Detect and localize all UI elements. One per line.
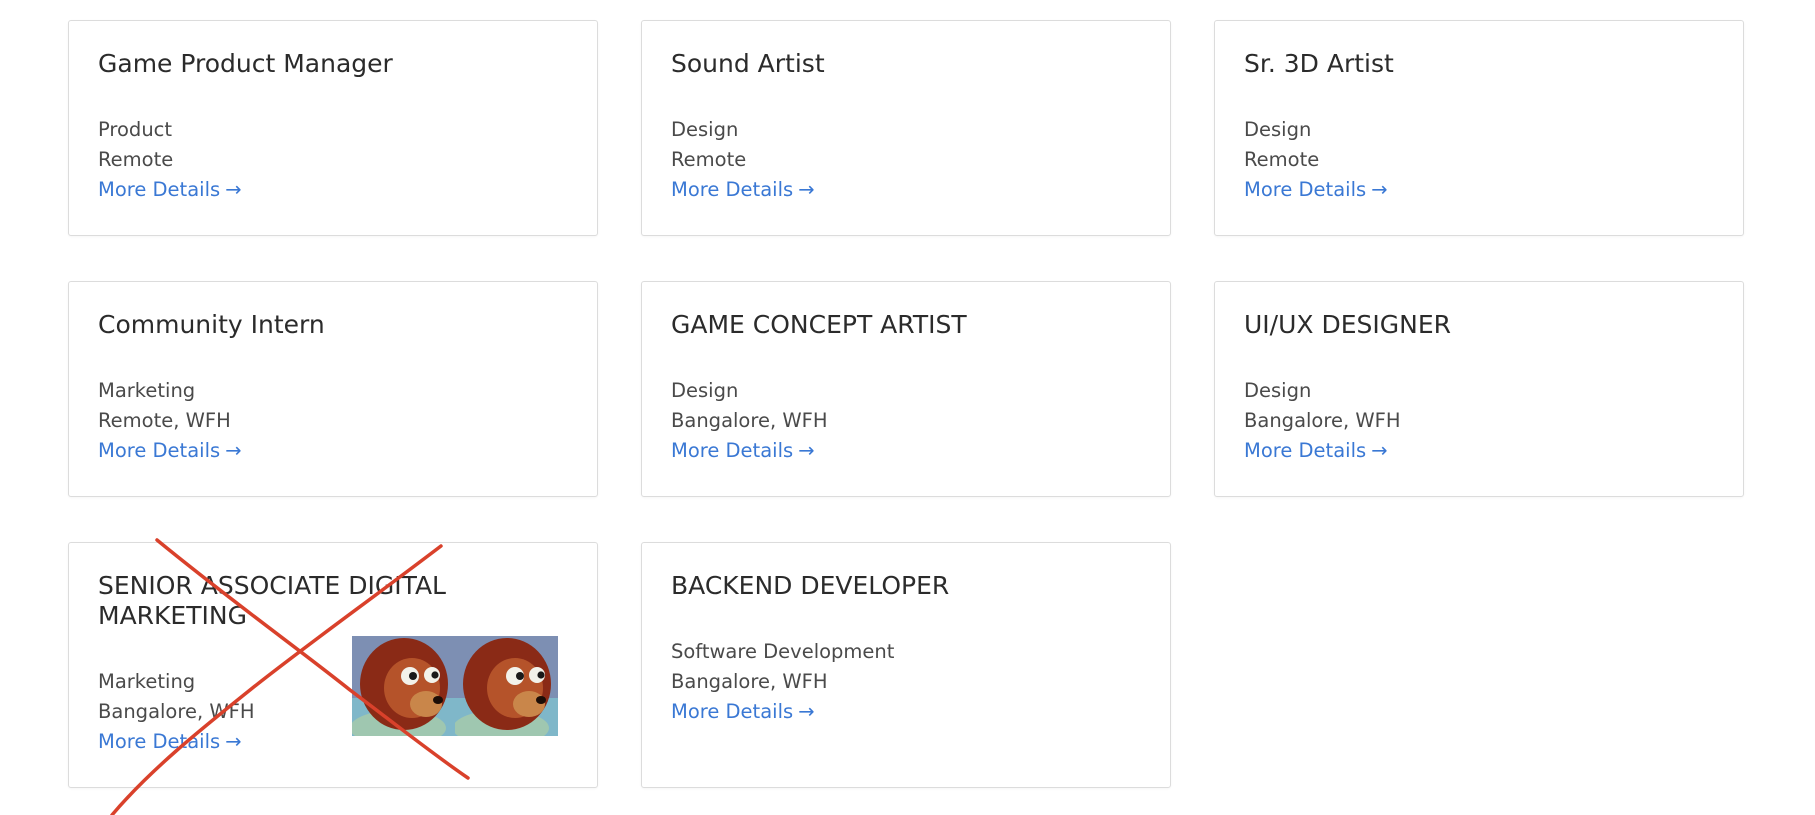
arrow-right-icon: → xyxy=(798,178,815,201)
arrow-right-icon: → xyxy=(225,439,242,462)
job-location: Remote xyxy=(1244,148,1320,171)
job-title: Sound Artist xyxy=(671,49,825,78)
puppet-meme-image xyxy=(455,636,558,736)
job-card: Game Product Manager Product Remote More… xyxy=(68,20,598,236)
more-details-link[interactable]: More Details → xyxy=(98,727,242,757)
job-meta: Design Bangalore, WFH xyxy=(671,376,1141,436)
job-title: Game Product Manager xyxy=(98,49,393,78)
job-meta: Product Remote xyxy=(98,115,568,175)
more-details-link[interactable]: More Details → xyxy=(671,436,815,466)
job-title: SENIOR ASSOCIATE DIGITAL MARKETING xyxy=(98,571,446,630)
more-details-link[interactable]: More Details → xyxy=(671,175,815,205)
job-title: GAME CONCEPT ARTIST xyxy=(671,310,967,339)
job-department: Marketing xyxy=(98,379,196,402)
job-meta: Design Remote xyxy=(1244,115,1714,175)
job-department: Design xyxy=(1244,118,1312,141)
job-meta: Software Development Bangalore, WFH xyxy=(671,637,1141,697)
arrow-right-icon: → xyxy=(225,178,242,201)
arrow-right-icon: → xyxy=(798,700,815,723)
job-card: GAME CONCEPT ARTIST Design Bangalore, WF… xyxy=(641,281,1171,497)
job-title: Community Intern xyxy=(98,310,325,339)
job-card: Sr. 3D Artist Design Remote More Details… xyxy=(1214,20,1744,236)
job-card: Community Intern Marketing Remote, WFH M… xyxy=(68,281,598,497)
arrow-right-icon: → xyxy=(798,439,815,462)
more-details-label: More Details xyxy=(671,439,794,462)
more-details-label: More Details xyxy=(1244,439,1367,462)
arrow-right-icon: → xyxy=(1371,439,1388,462)
job-department: Design xyxy=(671,379,739,402)
job-department: Software Development xyxy=(671,640,895,663)
job-card: Sound Artist Design Remote More Details → xyxy=(641,20,1171,236)
puppet-meme-image xyxy=(352,636,455,736)
more-details-link[interactable]: More Details → xyxy=(1244,175,1388,205)
job-meta: Design Bangalore, WFH xyxy=(1244,376,1714,436)
more-details-label: More Details xyxy=(98,178,221,201)
job-location: Bangalore, WFH xyxy=(671,670,828,693)
job-card: BACKEND DEVELOPER Software Development B… xyxy=(641,542,1171,788)
job-meta: Marketing Remote, WFH xyxy=(98,376,568,436)
more-details-link[interactable]: More Details → xyxy=(671,697,815,727)
more-details-label: More Details xyxy=(1244,178,1367,201)
job-location: Bangalore, WFH xyxy=(1244,409,1401,432)
more-details-label: More Details xyxy=(98,439,221,462)
more-details-link[interactable]: More Details → xyxy=(98,175,242,205)
arrow-right-icon: → xyxy=(225,730,242,753)
job-card: UI/UX DESIGNER Design Bangalore, WFH Mor… xyxy=(1214,281,1744,497)
job-listing-grid: Game Product Manager Product Remote More… xyxy=(68,20,1744,788)
more-details-label: More Details xyxy=(98,730,221,753)
more-details-label: More Details xyxy=(671,700,794,723)
arrow-right-icon: → xyxy=(1371,178,1388,201)
job-department: Design xyxy=(1244,379,1312,402)
more-details-link[interactable]: More Details → xyxy=(1244,436,1388,466)
job-department: Design xyxy=(671,118,739,141)
job-location: Bangalore, WFH xyxy=(671,409,828,432)
job-location: Remote xyxy=(671,148,747,171)
job-location: Remote xyxy=(98,148,174,171)
job-title: UI/UX DESIGNER xyxy=(1244,310,1451,339)
more-details-link[interactable]: More Details → xyxy=(98,436,242,466)
job-title: BACKEND DEVELOPER xyxy=(671,571,950,600)
job-location: Remote, WFH xyxy=(98,409,231,432)
meme-image-pair xyxy=(352,636,558,736)
job-title: Sr. 3D Artist xyxy=(1244,49,1394,78)
more-details-label: More Details xyxy=(671,178,794,201)
job-department: Product xyxy=(98,118,173,141)
job-meta: Design Remote xyxy=(671,115,1141,175)
